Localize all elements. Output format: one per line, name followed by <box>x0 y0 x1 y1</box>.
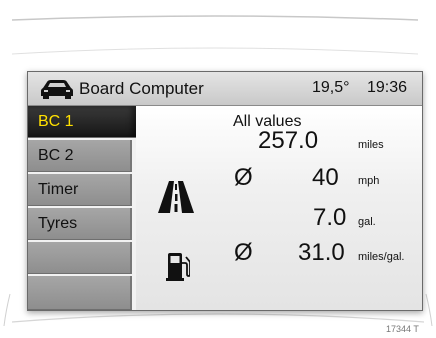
sidebar-item-bc2[interactable]: BC 2 <box>28 140 132 172</box>
sidebar-item-empty-2[interactable] <box>28 276 132 310</box>
sidebar-item-label: BC 2 <box>38 147 74 164</box>
road-icon <box>158 181 194 213</box>
sidebar-item-timer[interactable]: Timer <box>28 174 132 206</box>
values-panel: All values 257.0 miles Ø 40 mph 7.0 gal.… <box>136 106 422 310</box>
sidebar-item-bc1[interactable]: BC 1 <box>28 106 136 138</box>
page-title: Board Computer <box>79 79 204 98</box>
header-bar: Board Computer 19,5° 19:36 <box>28 72 422 106</box>
sidebar-item-label: Timer <box>38 181 79 198</box>
avg-speed-unit: mph <box>358 175 380 187</box>
outside-temperature: 19,5° <box>312 79 350 96</box>
avg-consumption-unit: miles/gal. <box>358 251 405 263</box>
distance-unit: miles <box>358 139 384 151</box>
clock-time: 19:36 <box>367 79 408 96</box>
avg-consumption-symbol: Ø <box>234 239 253 266</box>
fuel-used-unit: gal. <box>358 216 376 228</box>
figure-code: 17344 T <box>386 324 419 334</box>
fuel-pump-icon <box>166 253 190 281</box>
avg-speed-value: 40 <box>312 164 339 191</box>
sidebar-item-label: BC 1 <box>38 113 74 130</box>
bezel-top-outline <box>11 15 419 55</box>
sidebar-item-empty-1[interactable] <box>28 242 132 274</box>
sidebar-item-tyres[interactable]: Tyres <box>28 208 132 240</box>
fuel-used-value: 7.0 <box>313 204 347 231</box>
sidebar-item-label: Tyres <box>38 215 78 232</box>
avg-consumption-value: 31.0 <box>298 239 345 266</box>
distance-value: 257.0 <box>258 127 319 154</box>
avg-speed-symbol: Ø <box>234 164 253 191</box>
car-icon <box>41 80 73 99</box>
sidebar-menu: BC 1 BC 2 Timer Tyres <box>28 106 136 310</box>
board-computer-display: Board Computer 19,5° 19:36 BC 1 BC 2 Tim… <box>27 71 423 311</box>
